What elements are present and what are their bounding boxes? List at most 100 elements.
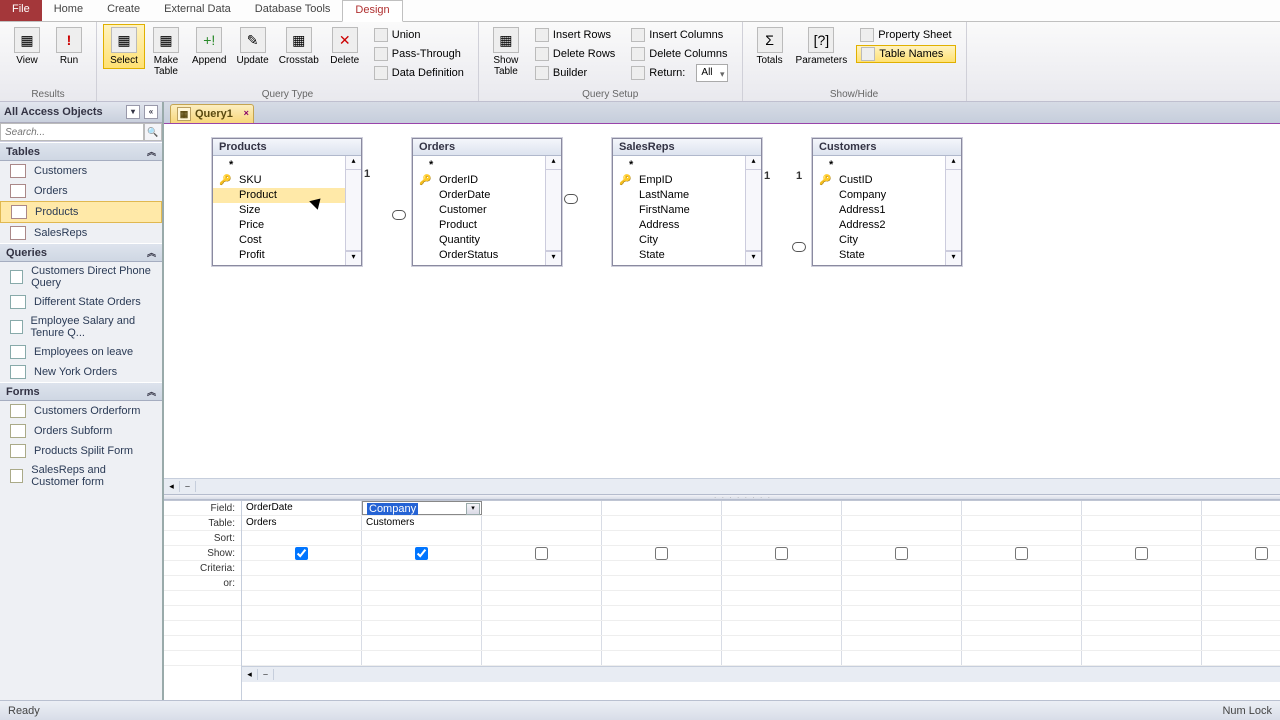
field-city[interactable]: City [613,233,761,248]
qbe-columns[interactable]: OrderDate Company▾ Orders Customers [242,501,1280,700]
scroll-up-icon[interactable]: ▴ [746,156,761,170]
scroll-left-icon[interactable]: ◂ [242,669,258,680]
union-button[interactable]: Union [370,26,468,44]
nav-item-query[interactable]: Different State Orders [0,292,162,312]
field-star[interactable]: * [413,158,561,173]
select-query-button[interactable]: ▦Select [103,24,145,69]
nav-collapse-icon[interactable]: « [144,105,158,119]
scroll-up-icon[interactable]: ▴ [546,156,561,170]
scroll-down-icon[interactable]: ▾ [746,251,761,265]
tab-design[interactable]: Design [342,0,402,22]
run-button[interactable]: !Run [48,24,90,69]
qbe-field-1[interactable]: Company▾ [362,501,482,515]
scrollbar[interactable]: ▴▾ [345,156,361,265]
tab-file[interactable]: File [0,0,42,21]
field-price[interactable]: Price [213,218,361,233]
field-company[interactable]: Company [813,188,961,203]
field-orderstatus[interactable]: OrderStatus [413,248,561,263]
join-salesreps-customers-left[interactable]: 1 [764,170,770,182]
qbe-scroll-nav[interactable]: ◂⎯ [242,666,1280,682]
scroll-down-icon[interactable]: ▾ [546,251,561,265]
table-customers[interactable]: Customers * CustID Company Address1 Addr… [812,138,962,266]
field-empid[interactable]: EmpID [613,173,761,188]
pass-through-button[interactable]: Pass-Through [370,45,468,63]
scrollbar[interactable]: ▴▾ [945,156,961,265]
table-products[interactable]: Products * SKU Product Size Price Cost P… [212,138,362,266]
show-table-button[interactable]: ▦Show Table [485,24,527,80]
tab-home[interactable]: Home [42,0,95,21]
totals-button[interactable]: ΣTotals [749,24,791,69]
show-checkbox[interactable] [775,547,788,560]
field-city[interactable]: City [813,233,961,248]
qbe-field-blank[interactable] [722,501,842,515]
tab-external-data[interactable]: External Data [152,0,243,21]
delete-rows-button[interactable]: Delete Rows [531,45,619,63]
nav-header[interactable]: All Access Objects ▾ « [0,102,162,123]
parameters-button[interactable]: [?]Parameters [791,24,853,69]
nav-section-queries[interactable]: Queries︽ [0,243,162,262]
show-checkbox[interactable] [1135,547,1148,560]
field-cost[interactable]: Cost [213,233,361,248]
append-button[interactable]: +!Append [187,24,231,69]
nav-item-salesreps[interactable]: SalesReps [0,223,162,243]
qbe-field-blank[interactable] [1082,501,1202,515]
nav-section-forms[interactable]: Forms︽ [0,382,162,401]
scrollbar[interactable]: ▴▾ [745,156,761,265]
join-products-orders[interactable]: 1 [364,168,370,180]
property-sheet-button[interactable]: Property Sheet [856,26,955,44]
field-state[interactable]: State [813,248,961,263]
dropdown-icon[interactable]: ▾ [466,503,480,515]
qbe-field-blank[interactable] [842,501,962,515]
doc-tab-query1[interactable]: ▦ Query1 × [170,104,254,123]
join-orders-salesreps[interactable] [564,194,578,206]
data-definition-button[interactable]: Data Definition [370,64,468,82]
field-star[interactable]: * [813,158,961,173]
canvas-scroll-nav[interactable]: ◂⎯ [164,478,1280,494]
field-quantity[interactable]: Quantity [413,233,561,248]
show-checkbox[interactable] [415,547,428,560]
field-profit[interactable]: Profit [213,248,361,263]
field-firstname[interactable]: FirstName [613,203,761,218]
show-checkbox[interactable] [1015,547,1028,560]
field-star[interactable]: * [213,158,361,173]
qbe-criteria-0[interactable] [242,561,362,575]
qbe-show-0[interactable] [242,546,362,560]
scroll-left-icon[interactable]: ◂ [164,481,180,492]
field-custid[interactable]: CustID [813,173,961,188]
qbe-sort-0[interactable] [242,531,362,545]
field-orderdate[interactable]: OrderDate [413,188,561,203]
table-names-button[interactable]: Table Names [856,45,955,63]
update-button[interactable]: ✎Update [231,24,273,69]
return-value[interactable]: All [696,64,727,82]
qbe-field-blank[interactable] [482,501,602,515]
show-checkbox[interactable] [895,547,908,560]
qbe-field-0[interactable]: OrderDate [242,501,362,515]
field-state[interactable]: State [613,248,761,263]
tab-database-tools[interactable]: Database Tools [243,0,343,21]
field-address2[interactable]: Address2 [813,218,961,233]
insert-rows-button[interactable]: Insert Rows [531,26,619,44]
scroll-handle-icon[interactable]: ⎯ [180,481,196,492]
builder-button[interactable]: Builder [531,64,619,82]
qbe-table-1[interactable]: Customers [362,516,482,530]
nav-item-form[interactable]: Orders Subform [0,421,162,441]
view-button[interactable]: ▦View [6,24,48,69]
scroll-down-icon[interactable]: ▾ [346,251,361,265]
qbe-criteria-1[interactable] [362,561,482,575]
field-address1[interactable]: Address1 [813,203,961,218]
show-checkbox[interactable] [535,547,548,560]
nav-item-query[interactable]: New York Orders [0,362,162,382]
field-sku[interactable]: SKU [213,173,361,188]
scrollbar[interactable]: ▴▾ [545,156,561,265]
nav-item-orders[interactable]: Orders [0,181,162,201]
scroll-down-icon[interactable]: ▾ [946,251,961,265]
scroll-up-icon[interactable]: ▴ [946,156,961,170]
join-salesreps-customers-right[interactable]: 1 [796,170,802,182]
nav-item-query[interactable]: Employees on leave [0,342,162,362]
scroll-handle-icon[interactable]: ⎯ [258,669,274,680]
delete-query-button[interactable]: ✕Delete [324,24,366,69]
nav-item-form[interactable]: Products Spilit Form [0,441,162,461]
nav-dropdown-icon[interactable]: ▾ [126,105,140,119]
field-customer[interactable]: Customer [413,203,561,218]
nav-item-query[interactable]: Employee Salary and Tenure Q... [0,312,162,342]
